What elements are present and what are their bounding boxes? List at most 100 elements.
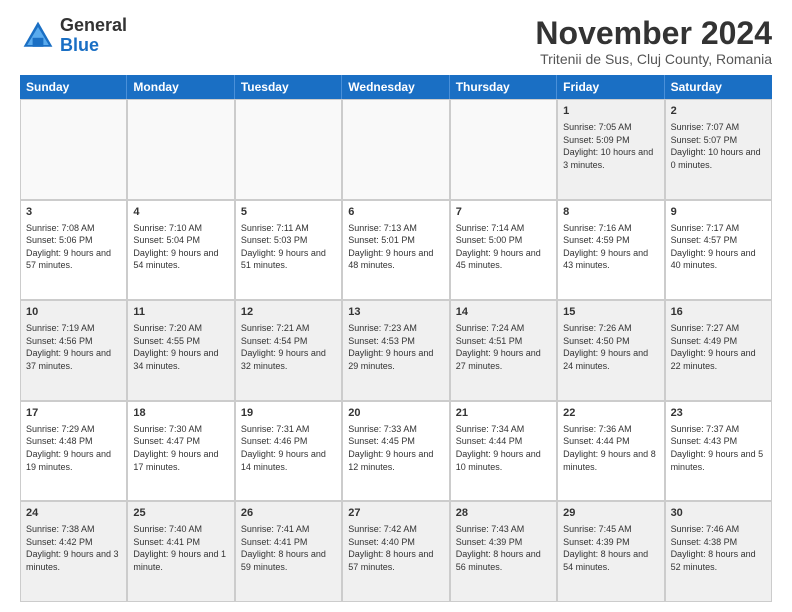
cell-content: Sunrise: 7:42 AM Sunset: 4:40 PM Dayligh…	[348, 523, 443, 573]
cell-content: Sunrise: 7:30 AM Sunset: 4:47 PM Dayligh…	[133, 423, 228, 473]
day-number: 26	[241, 506, 336, 521]
day-number: 3	[26, 205, 121, 220]
day-number: 9	[671, 205, 766, 220]
cell-content: Sunrise: 7:27 AM Sunset: 4:49 PM Dayligh…	[671, 322, 766, 372]
calendar-cell: 23Sunrise: 7:37 AM Sunset: 4:43 PM Dayli…	[665, 401, 772, 502]
calendar-cell: 11 Sunrise: 7:20 AM Sunset: 4:55 PM Dayli…	[127, 300, 234, 401]
day-number: 23	[671, 406, 766, 421]
cell-content: Sunrise: 7:36 AM Sunset: 4:44 PM Dayligh…	[563, 423, 658, 473]
calendar-cell: 21 Sunrise: 7:34 AM Sunset: 4:44 PM Dayli…	[450, 401, 557, 502]
cell-content: Sunrise: 7:40 AM Sunset: 4:41 PM Dayligh…	[133, 523, 228, 573]
cell-content: Sunrise: 7:26 AM Sunset: 4:50 PM Dayligh…	[563, 322, 658, 372]
calendar-body: 1 Sunrise: 7:05 AM Sunset: 5:09 PM Daylig…	[20, 99, 772, 602]
calendar-cell: 29 Sunrise: 7:45 AM Sunset: 4:39 PM Dayli…	[557, 501, 664, 602]
calendar-cell	[127, 99, 234, 200]
calendar-cell: 12 Sunrise: 7:21 AM Sunset: 4:54 PM Dayli…	[235, 300, 342, 401]
cell-content: Sunrise: 7:20 AM Sunset: 4:55 PM Dayligh…	[133, 322, 228, 372]
cell-content: Sunrise: 7:11 AM Sunset: 5:03 PM Dayligh…	[241, 222, 336, 272]
day-number: 5	[241, 205, 336, 220]
calendar-cell: 8 Sunrise: 7:16 AM Sunset: 4:59 PM Daylig…	[557, 200, 664, 301]
logo-blue: Blue	[60, 35, 99, 55]
day-number: 25	[133, 506, 228, 521]
calendar-cell: 30 Sunrise: 7:46 AM Sunset: 4:38 PM Dayli…	[665, 501, 772, 602]
cell-content: Sunrise: 7:43 AM Sunset: 4:39 PM Dayligh…	[456, 523, 551, 573]
cell-content: Sunrise: 7:08 AM Sunset: 5:06 PM Dayligh…	[26, 222, 121, 272]
cell-content: Sunrise: 7:16 AM Sunset: 4:59 PM Dayligh…	[563, 222, 658, 272]
day-number: 7	[456, 205, 551, 220]
header: General Blue November 2024 Tritenii de S…	[20, 16, 772, 67]
calendar-cell: 28 Sunrise: 7:43 AM Sunset: 4:39 PM Dayli…	[450, 501, 557, 602]
calendar-cell: 22 Sunrise: 7:36 AM Sunset: 4:44 PM Dayli…	[557, 401, 664, 502]
day-number: 24	[26, 506, 121, 521]
cell-content: Sunrise: 7:13 AM Sunset: 5:01 PM Dayligh…	[348, 222, 443, 272]
calendar-cell: 3 Sunrise: 7:08 AM Sunset: 5:06 PM Daylig…	[20, 200, 127, 301]
calendar-cell: 19Sunrise: 7:31 AM Sunset: 4:46 PM Dayli…	[235, 401, 342, 502]
logo-general: General	[60, 15, 127, 35]
cell-content: Sunrise: 7:41 AM Sunset: 4:41 PM Dayligh…	[241, 523, 336, 573]
cell-content: Sunrise: 7:46 AM Sunset: 4:38 PM Dayligh…	[671, 523, 766, 573]
day-number: 17	[26, 406, 121, 421]
day-number: 10	[26, 305, 121, 320]
calendar-cell: 25 Sunrise: 7:40 AM Sunset: 4:41 PM Dayli…	[127, 501, 234, 602]
day-number: 8	[563, 205, 658, 220]
calendar-cell	[235, 99, 342, 200]
cell-content: Sunrise: 7:14 AM Sunset: 5:00 PM Dayligh…	[456, 222, 551, 272]
calendar-cell: 5 Sunrise: 7:11 AM Sunset: 5:03 PM Daylig…	[235, 200, 342, 301]
weekday-header: Sunday	[20, 75, 127, 99]
weekday-header: Saturday	[665, 75, 772, 99]
calendar-cell: 17Sunrise: 7:29 AM Sunset: 4:48 PM Dayli…	[20, 401, 127, 502]
cell-content: Sunrise: 7:33 AM Sunset: 4:45 PM Dayligh…	[348, 423, 443, 473]
day-number: 20	[348, 406, 443, 421]
title-block: November 2024 Tritenii de Sus, Cluj Coun…	[535, 16, 772, 67]
cell-content: Sunrise: 7:17 AM Sunset: 4:57 PM Dayligh…	[671, 222, 766, 272]
day-number: 2	[671, 104, 766, 119]
cell-content: Sunrise: 7:45 AM Sunset: 4:39 PM Dayligh…	[563, 523, 658, 573]
calendar-cell: 7 Sunrise: 7:14 AM Sunset: 5:00 PM Daylig…	[450, 200, 557, 301]
logo-text: General Blue	[60, 16, 127, 56]
calendar-cell: 4Sunrise: 7:10 AM Sunset: 5:04 PM Daylig…	[127, 200, 234, 301]
calendar-cell: 6 Sunrise: 7:13 AM Sunset: 5:01 PM Daylig…	[342, 200, 449, 301]
cell-content: Sunrise: 7:07 AM Sunset: 5:07 PM Dayligh…	[671, 121, 766, 171]
day-number: 27	[348, 506, 443, 521]
cell-content: Sunrise: 7:31 AM Sunset: 4:46 PM Dayligh…	[241, 423, 336, 473]
day-number: 13	[348, 305, 443, 320]
calendar-cell: 10 Sunrise: 7:19 AM Sunset: 4:56 PM Dayli…	[20, 300, 127, 401]
calendar-cell: 24 Sunrise: 7:38 AM Sunset: 4:42 PM Dayli…	[20, 501, 127, 602]
page: General Blue November 2024 Tritenii de S…	[0, 0, 792, 612]
cell-content: Sunrise: 7:38 AM Sunset: 4:42 PM Dayligh…	[26, 523, 121, 573]
calendar-cell: 18Sunrise: 7:30 AM Sunset: 4:47 PM Dayli…	[127, 401, 234, 502]
day-number: 1	[563, 104, 658, 119]
weekday-header: Friday	[557, 75, 664, 99]
calendar-cell	[450, 99, 557, 200]
day-number: 11	[133, 305, 228, 320]
day-number: 6	[348, 205, 443, 220]
calendar-cell: 16Sunrise: 7:27 AM Sunset: 4:49 PM Dayli…	[665, 300, 772, 401]
day-number: 21	[456, 406, 551, 421]
weekday-header: Wednesday	[342, 75, 449, 99]
calendar-cell: 1 Sunrise: 7:05 AM Sunset: 5:09 PM Daylig…	[557, 99, 664, 200]
cell-content: Sunrise: 7:19 AM Sunset: 4:56 PM Dayligh…	[26, 322, 121, 372]
cell-content: Sunrise: 7:24 AM Sunset: 4:51 PM Dayligh…	[456, 322, 551, 372]
day-number: 4	[133, 205, 228, 220]
calendar-cell: 27 Sunrise: 7:42 AM Sunset: 4:40 PM Dayli…	[342, 501, 449, 602]
cell-content: Sunrise: 7:21 AM Sunset: 4:54 PM Dayligh…	[241, 322, 336, 372]
calendar-cell: 13Sunrise: 7:23 AM Sunset: 4:53 PM Dayli…	[342, 300, 449, 401]
calendar-cell: 14 Sunrise: 7:24 AM Sunset: 4:51 PM Dayli…	[450, 300, 557, 401]
day-number: 22	[563, 406, 658, 421]
calendar-cell: 2 Sunrise: 7:07 AM Sunset: 5:07 PM Daylig…	[665, 99, 772, 200]
day-number: 12	[241, 305, 336, 320]
weekday-header: Thursday	[450, 75, 557, 99]
day-number: 29	[563, 506, 658, 521]
calendar-cell: 9 Sunrise: 7:17 AM Sunset: 4:57 PM Daylig…	[665, 200, 772, 301]
day-number: 30	[671, 506, 766, 521]
location: Tritenii de Sus, Cluj County, Romania	[535, 51, 772, 67]
weekday-header: Monday	[127, 75, 234, 99]
calendar: SundayMondayTuesdayWednesdayThursdayFrid…	[20, 75, 772, 602]
day-number: 28	[456, 506, 551, 521]
day-number: 14	[456, 305, 551, 320]
cell-content: Sunrise: 7:34 AM Sunset: 4:44 PM Dayligh…	[456, 423, 551, 473]
calendar-cell: 20 Sunrise: 7:33 AM Sunset: 4:45 PM Dayli…	[342, 401, 449, 502]
cell-content: Sunrise: 7:05 AM Sunset: 5:09 PM Dayligh…	[563, 121, 658, 171]
weekday-header: Tuesday	[235, 75, 342, 99]
logo-icon	[20, 18, 56, 54]
